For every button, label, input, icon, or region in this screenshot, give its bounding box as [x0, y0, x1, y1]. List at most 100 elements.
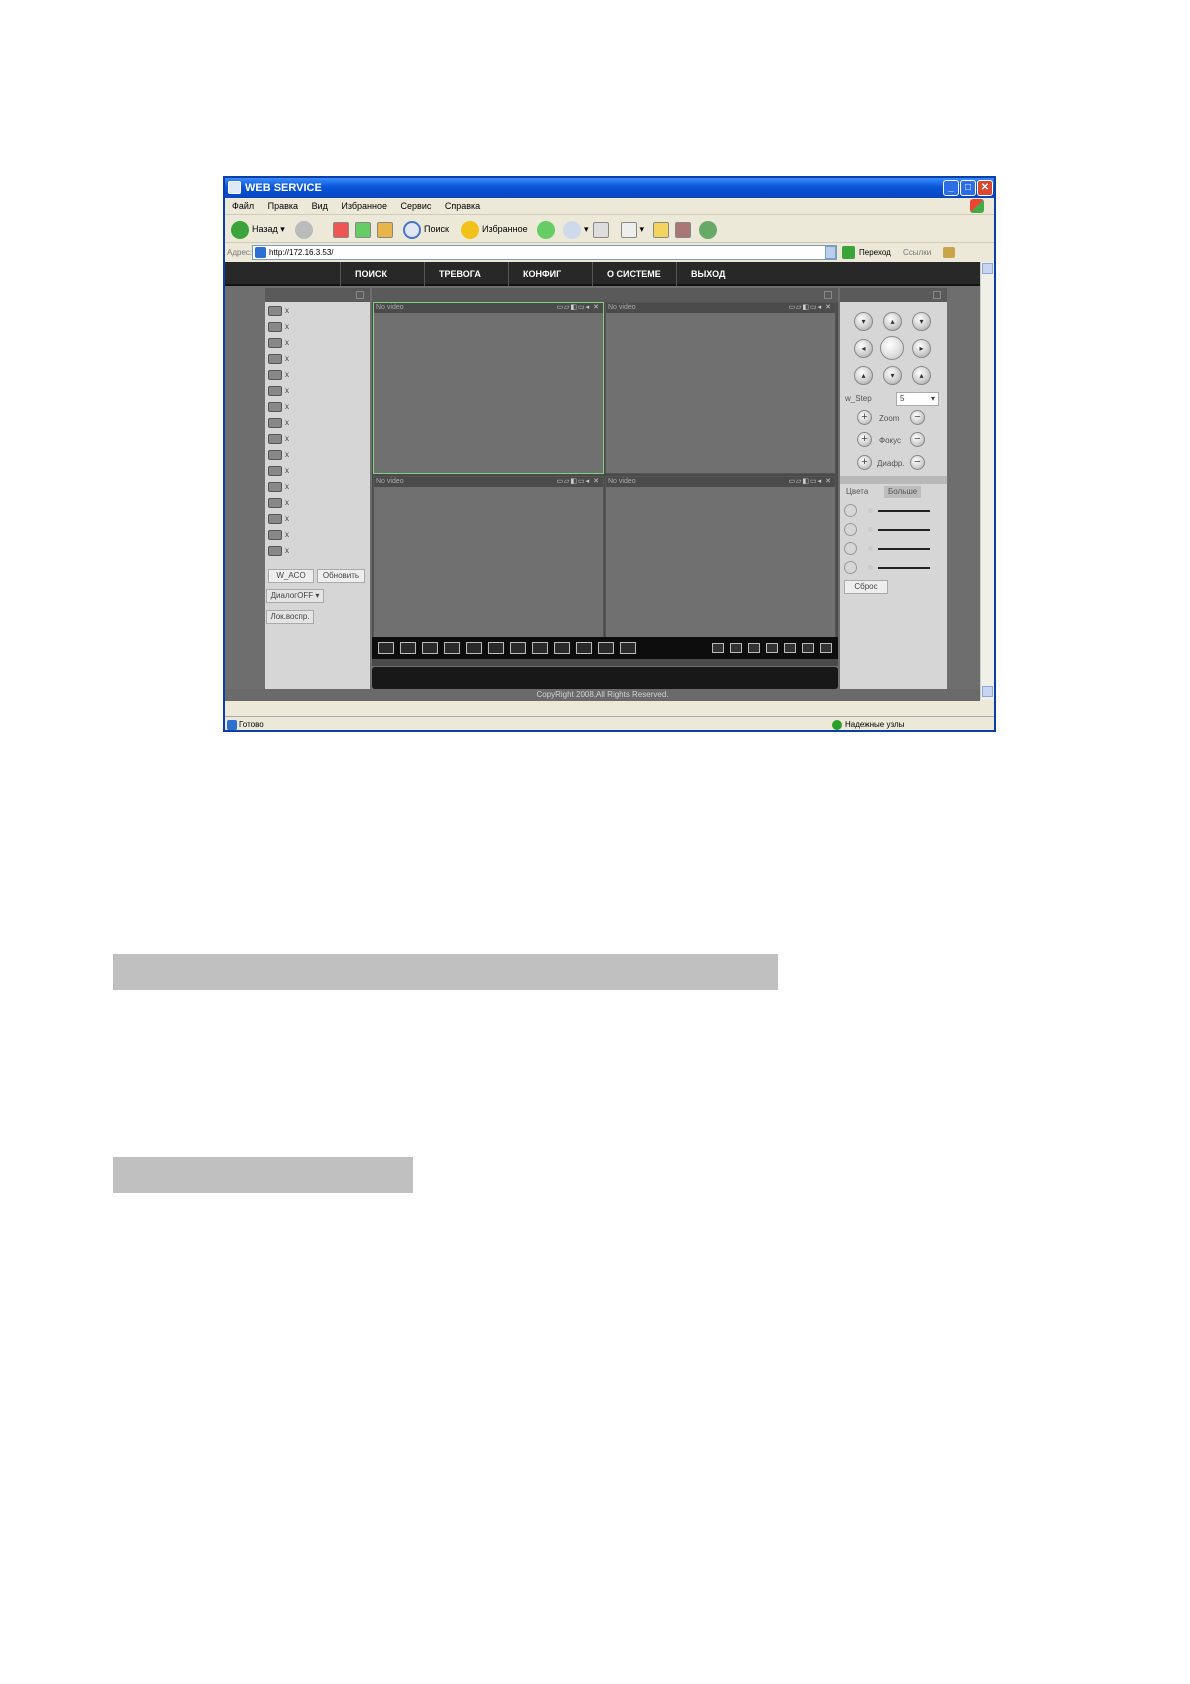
scroll-down-icon[interactable] — [982, 686, 993, 697]
camera-item[interactable]: x — [268, 351, 289, 367]
video-cell-2[interactable]: No video ▭▱◧▭◂ ✕ — [605, 302, 836, 474]
camera-item[interactable]: x — [268, 415, 289, 431]
video-cell-tools-icon[interactable]: ▭▱◧▭◂ ✕ — [556, 304, 600, 312]
links-icon[interactable] — [943, 247, 955, 258]
messenger-button[interactable] — [699, 219, 720, 239]
tab-more[interactable]: Больше — [884, 486, 922, 498]
vertical-scrollbar[interactable] — [980, 262, 994, 700]
reset-button[interactable]: Сброс — [844, 580, 888, 594]
favorites-button[interactable]: Избранное — [461, 219, 528, 239]
stream-sub-icon[interactable] — [730, 643, 742, 653]
video-cell-tools-icon[interactable]: ▭▱◧▭◂ ✕ — [556, 478, 600, 486]
ptz-left-icon[interactable]: ◂ — [854, 339, 873, 358]
layout-next-icon[interactable] — [620, 642, 636, 654]
layout-8-icon[interactable] — [488, 642, 504, 654]
camera-item[interactable]: x — [268, 479, 289, 495]
panel-toggle-icon[interactable] — [356, 291, 364, 299]
video-cell-tools-icon[interactable]: ▭▱◧▭◂ ✕ — [788, 478, 832, 486]
address-dropdown-icon[interactable] — [825, 246, 836, 259]
brightness-slider[interactable] — [844, 504, 934, 518]
step-select[interactable]: 5 ▾ — [896, 392, 939, 406]
close-icon[interactable]: ✕ — [977, 180, 993, 196]
panel-toggle-icon[interactable] — [824, 291, 832, 299]
nav-alarm[interactable]: ТРЕВОГА — [424, 262, 508, 286]
tab-colors[interactable]: Цвета — [842, 486, 872, 498]
w-aco-button[interactable]: W_ACO — [268, 569, 314, 583]
camera-item[interactable]: x — [268, 511, 289, 527]
refresh-button[interactable] — [355, 219, 371, 239]
refresh-button[interactable]: Обновить — [317, 569, 365, 583]
saturation-slider[interactable] — [844, 542, 934, 556]
ptz-right-icon[interactable]: ▸ — [912, 339, 931, 358]
camera-item[interactable]: x — [268, 303, 289, 319]
focus-out-icon[interactable]: − — [910, 432, 925, 447]
nav-about[interactable]: О СИСТЕМЕ — [592, 262, 676, 286]
camera-item[interactable]: x — [268, 527, 289, 543]
camera-item[interactable]: x — [268, 399, 289, 415]
camera-item[interactable]: x — [268, 383, 289, 399]
snapshot-icon[interactable] — [576, 642, 592, 654]
go-arrow-icon[interactable] — [842, 246, 855, 259]
hue-slider[interactable] — [844, 561, 934, 575]
camera-item[interactable]: x — [268, 335, 289, 351]
view-grid-9-icon[interactable] — [784, 643, 796, 653]
menu-favorites[interactable]: Избранное — [341, 201, 387, 211]
camera-item[interactable]: x — [268, 543, 289, 559]
camera-item[interactable]: x — [268, 319, 289, 335]
ptz-center-icon[interactable] — [880, 336, 904, 360]
nav-exit[interactable]: ВЫХОД — [676, 262, 760, 286]
stream-main-icon[interactable] — [712, 643, 724, 653]
ptz-up-right-icon[interactable]: ▾ — [912, 312, 931, 331]
view-grid-16-icon[interactable] — [802, 643, 814, 653]
view-grid-icon[interactable] — [748, 643, 760, 653]
focus-in-icon[interactable]: + — [857, 432, 872, 447]
research-button[interactable] — [675, 219, 691, 239]
layout-9-icon[interactable] — [510, 642, 526, 654]
menu-help[interactable]: Справка — [445, 201, 480, 211]
ptz-up-left-icon[interactable]: ▾ — [854, 312, 873, 331]
layout-4-icon[interactable] — [444, 642, 460, 654]
ptz-down-icon[interactable]: ▾ — [883, 366, 902, 385]
zoom-out-icon[interactable]: − — [910, 410, 925, 425]
maximize-icon[interactable]: □ — [960, 180, 976, 196]
address-input[interactable]: http://172.16.3.53/ — [252, 245, 837, 260]
minimize-icon[interactable]: _ — [943, 180, 959, 196]
menu-view[interactable]: Вид — [312, 201, 328, 211]
record-icon[interactable] — [598, 642, 614, 654]
home-button[interactable] — [377, 219, 393, 239]
panel-toggle-icon[interactable] — [933, 291, 941, 299]
search-button[interactable]: Поиск — [403, 219, 449, 239]
view-grid-4-icon[interactable] — [766, 643, 778, 653]
iris-close-icon[interactable]: − — [910, 455, 925, 470]
stop-button[interactable] — [333, 219, 349, 239]
camera-item[interactable]: x — [268, 463, 289, 479]
back-button[interactable]: Назад ▾ — [231, 219, 285, 239]
camera-item[interactable]: x — [268, 367, 289, 383]
ptz-up-icon[interactable]: ▴ — [883, 312, 902, 331]
history-button[interactable] — [537, 219, 558, 239]
layout-1-icon[interactable] — [422, 642, 438, 654]
scroll-up-icon[interactable] — [982, 263, 993, 274]
go-button[interactable]: Переход — [859, 244, 891, 261]
forward-button[interactable] — [295, 219, 316, 239]
iris-open-icon[interactable]: + — [857, 455, 872, 470]
layout-prev-icon[interactable] — [378, 642, 394, 654]
view-grid-all-icon[interactable] — [820, 643, 832, 653]
video-cell-1[interactable]: No video ▭▱◧▭◂ ✕ — [373, 302, 604, 474]
folder-button[interactable] — [653, 219, 669, 239]
layout-16-icon[interactable] — [554, 642, 570, 654]
video-cell-tools-icon[interactable]: ▭▱◧▭◂ ✕ — [788, 304, 832, 312]
ptz-down-right-icon[interactable]: ▴ — [912, 366, 931, 385]
menu-edit[interactable]: Правка — [268, 201, 298, 211]
nav-config[interactable]: КОНФИГ — [508, 262, 592, 286]
mail-button[interactable]: ▾ — [563, 219, 589, 239]
video-cell-3[interactable]: No video ▭▱◧▭◂ ✕ — [373, 476, 604, 648]
contrast-slider[interactable] — [844, 523, 934, 537]
camera-item[interactable]: x — [268, 431, 289, 447]
camera-item[interactable]: x — [268, 495, 289, 511]
edit-button[interactable]: ▾ — [621, 219, 644, 239]
menu-file[interactable]: Файл — [232, 201, 254, 211]
camera-item[interactable]: x — [268, 447, 289, 463]
video-cell-4[interactable]: No video ▭▱◧▭◂ ✕ — [605, 476, 836, 648]
layout-13-icon[interactable] — [532, 642, 548, 654]
